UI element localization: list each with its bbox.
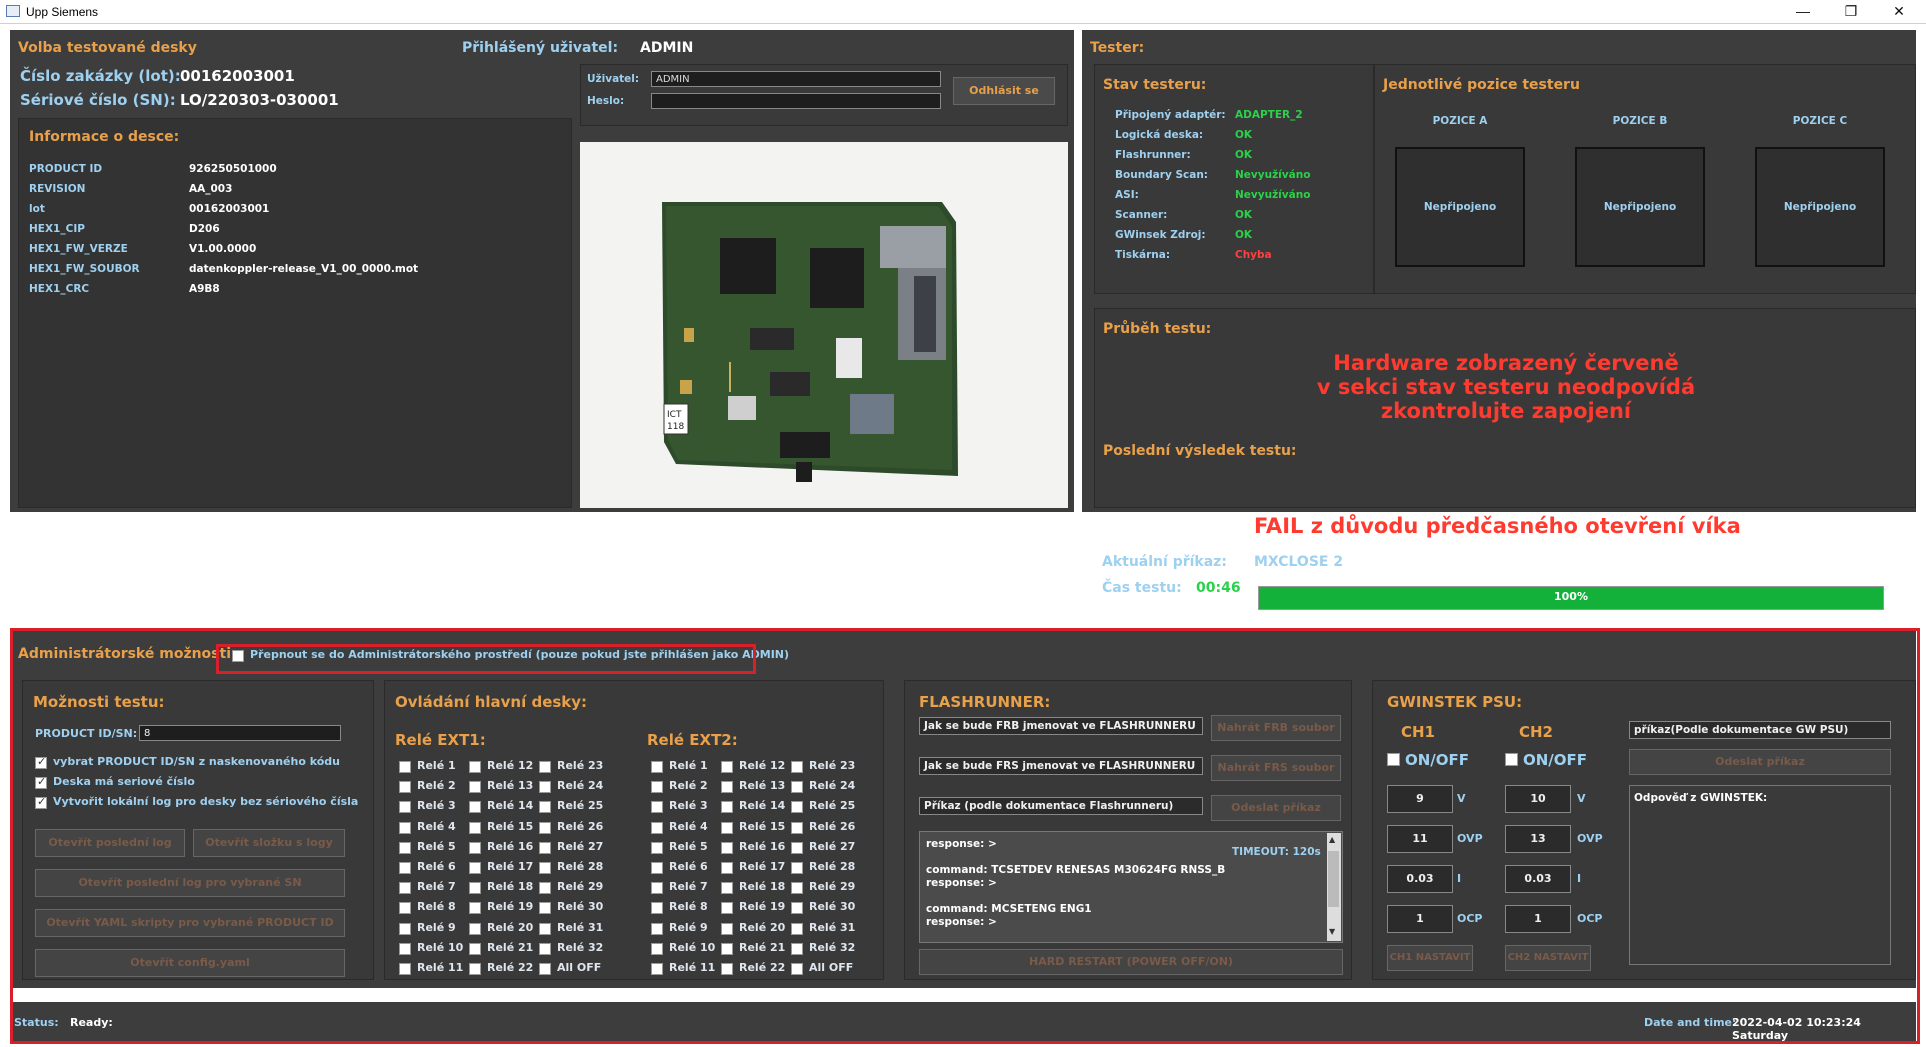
status-value: OK: [1235, 209, 1253, 221]
status-key: Logická deska:: [1115, 129, 1204, 141]
status-key: Scanner:: [1115, 209, 1168, 221]
info-value: AA_003: [189, 183, 233, 195]
tester-positions-title: Jednotlivé pozice testeru: [1383, 77, 1580, 93]
test-time-value: 00:46: [1196, 580, 1241, 596]
lot-label: Číslo zakázky (lot):: [20, 67, 181, 85]
status-key: GWinsek Zdroj:: [1115, 229, 1206, 241]
logged-user-value: ADMIN: [640, 40, 694, 56]
position-label: POZICE C: [1792, 115, 1848, 127]
warning-line-1: Hardware zobrazený červeně: [1333, 351, 1679, 375]
test-progress-title: Průběh testu:: [1103, 321, 1212, 337]
status-value: ADAPTER_2: [1235, 109, 1303, 121]
status-value: OK: [1235, 149, 1253, 161]
logout-button[interactable]: Odhlásit se: [953, 77, 1055, 105]
info-value: 00162003001: [189, 203, 270, 215]
status-key: Tiskárna:: [1115, 249, 1171, 261]
test-progress-bar: 100%: [1258, 586, 1884, 610]
sn-label: Sériové číslo (SN):: [20, 91, 176, 109]
board-info-title: Informace o desce:: [29, 129, 180, 145]
position-box: Nepřipojeno: [1395, 147, 1525, 267]
info-value: A9B8: [189, 283, 220, 295]
status-value: OK: [1235, 229, 1253, 241]
board-selection-header: Volba testované desky: [18, 40, 197, 56]
password-input[interactable]: [651, 93, 941, 109]
info-key: REVISION: [29, 183, 86, 195]
position-label: POZICE B: [1612, 115, 1668, 127]
photo-badge-line1: ICT: [667, 410, 682, 420]
user-label: Uživatel:: [587, 73, 640, 85]
info-key: HEX1_CRC: [29, 283, 90, 295]
info-key: HEX1_FW_SOUBOR: [29, 263, 140, 275]
info-value: datenkoppler-release_V1_00_0000.mot: [189, 263, 419, 275]
logged-user-label: Přihlášený uživatel:: [462, 40, 619, 56]
tester-header: Tester:: [1090, 40, 1145, 56]
status-value: Chyba: [1235, 249, 1272, 261]
last-result-label: Poslední výsledek testu:: [1103, 443, 1297, 459]
info-key: HEX1_FW_VERZE: [29, 243, 128, 255]
board-info-panel: Informace o desce: PRODUCT ID 92625050100…: [18, 118, 572, 508]
last-result-value: FAIL z důvodu předčasného otevření víka: [1254, 514, 1741, 538]
title-bar: Upp Siemens — ❐ ✕: [0, 0, 1926, 24]
window-title: Upp Siemens: [26, 5, 99, 19]
highlight-admin-switch: [216, 644, 756, 674]
tester-status-panel: Stav testeru: Připojený adaptér: ADAPTER_…: [1094, 64, 1374, 294]
sn-value: LO/220303-030001: [180, 91, 339, 109]
position-label: POZICE A: [1432, 115, 1488, 127]
position-state: Nepřipojeno: [1783, 201, 1857, 213]
status-key: Připojený adaptér:: [1115, 109, 1226, 121]
status-value: OK: [1235, 129, 1253, 141]
status-key: ASI:: [1115, 189, 1139, 201]
hardware-warning: Hardware zobrazený červeně v sekci stav …: [1095, 351, 1917, 423]
board-photo: ICT 118: [580, 142, 1068, 508]
warning-line-2: v sekci stav testeru neodpovídá: [1316, 375, 1696, 399]
info-key: PRODUCT ID: [29, 163, 103, 175]
test-progress-panel: Průběh testu: Hardware zobrazený červeně…: [1094, 308, 1916, 508]
app-icon: [6, 5, 20, 17]
tester-positions-panel: Jednotlivé pozice testeru POZICE A Nepřip…: [1374, 64, 1916, 294]
tester-status-title: Stav testeru:: [1103, 77, 1207, 93]
status-value: Nevyužíváno: [1235, 169, 1311, 181]
info-key: lot: [29, 203, 45, 215]
status-key: Boundary Scan:: [1115, 169, 1208, 181]
main-area: Volba testované desky Číslo zakázky (lot…: [0, 24, 1926, 1047]
photo-badge-line2: 118: [667, 422, 684, 432]
status-key: Flashrunner:: [1115, 149, 1191, 161]
info-value: V1.00.0000: [189, 243, 257, 255]
current-command-label: Aktuální příkaz:: [1102, 554, 1227, 570]
warning-line-3: zkontrolujte zapojení: [1380, 399, 1632, 423]
login-panel: Uživatel: ADMIN Heslo: Odhlásit se: [580, 64, 1068, 126]
position-state: Nepřipojeno: [1603, 201, 1677, 213]
pcb-image: ICT 118: [662, 202, 958, 482]
user-input[interactable]: ADMIN: [651, 71, 941, 87]
position-box: Nepřipojeno: [1755, 147, 1885, 267]
test-time-label: Čas testu:: [1102, 580, 1182, 596]
position-box: Nepřipojeno: [1575, 147, 1705, 267]
password-label: Heslo:: [587, 95, 625, 107]
position-state: Nepřipojeno: [1423, 201, 1497, 213]
info-value: D206: [189, 223, 220, 235]
minimize-button[interactable]: —: [1780, 0, 1826, 24]
close-button[interactable]: ✕: [1876, 0, 1922, 24]
status-value: Nevyužíváno: [1235, 189, 1311, 201]
highlight-admin-area: [10, 628, 1920, 1044]
info-key: HEX1_CIP: [29, 223, 85, 235]
current-command-value: MXCLOSE 2: [1254, 554, 1344, 570]
info-value: 926250501000: [189, 163, 277, 175]
lot-value: 00162003001: [180, 67, 295, 85]
progress-text: 100%: [1554, 590, 1588, 603]
restore-button[interactable]: ❐: [1828, 0, 1874, 24]
